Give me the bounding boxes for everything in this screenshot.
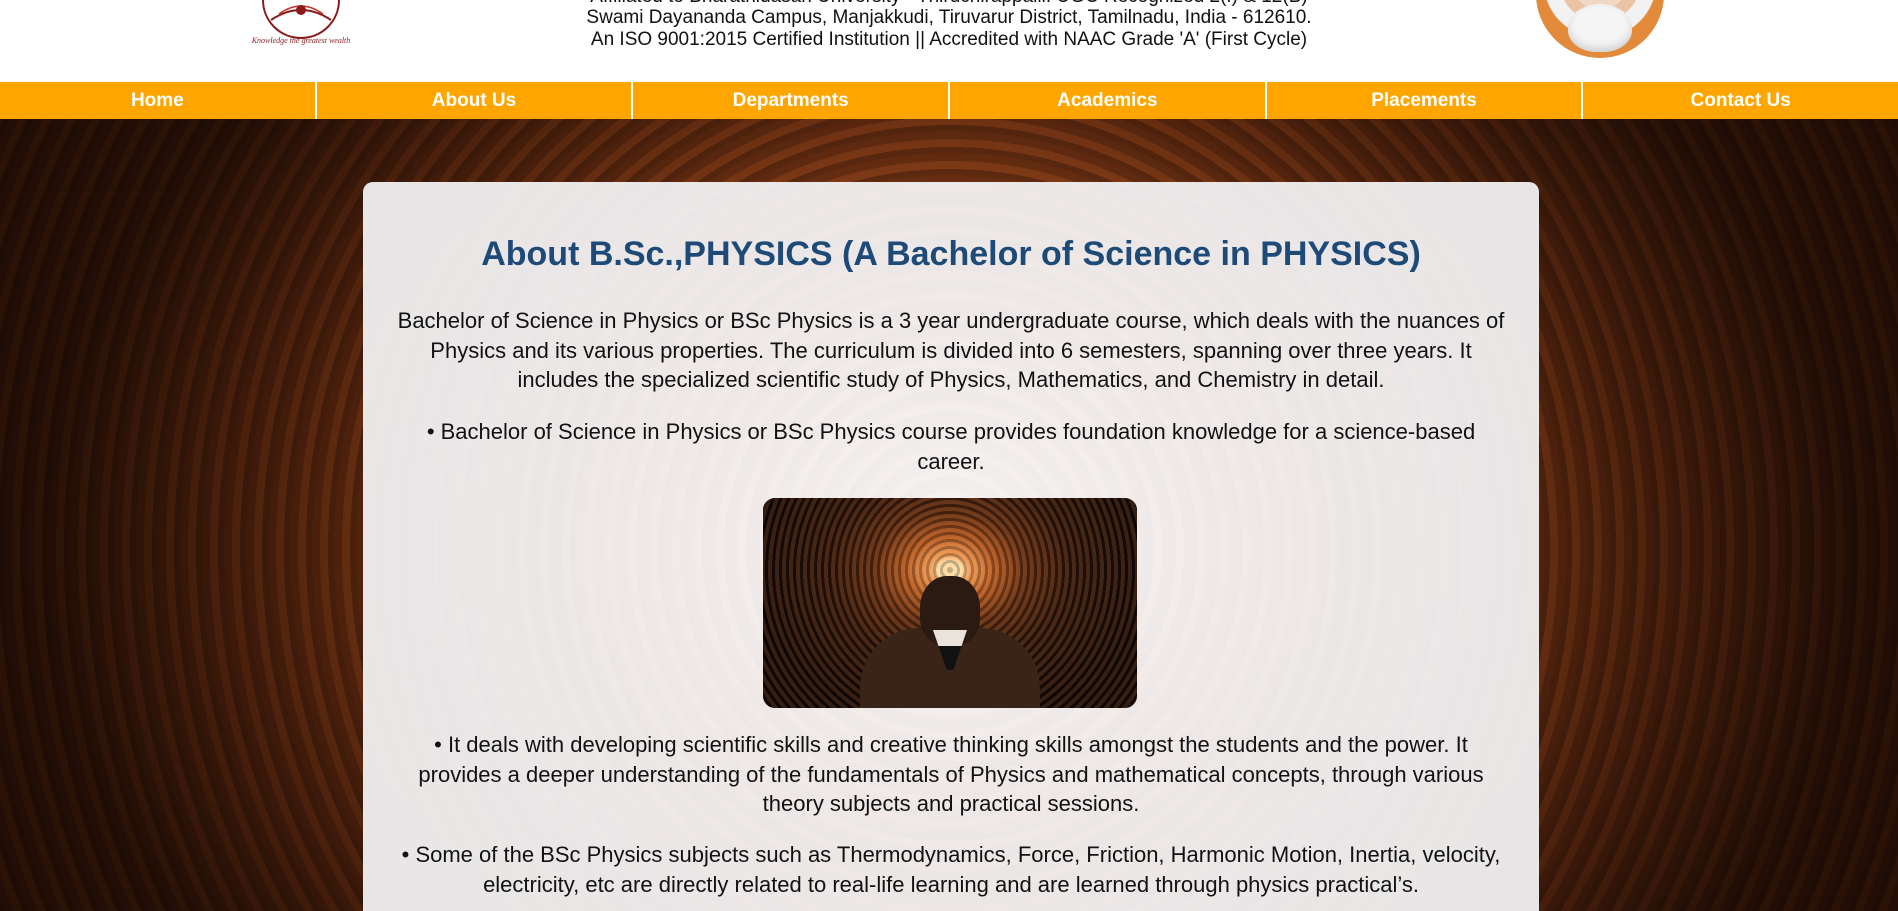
nav-academics[interactable]: Academics: [950, 82, 1267, 119]
portrait-beard: [1568, 4, 1632, 52]
intro-paragraph: Bachelor of Science in Physics or BSc Ph…: [397, 308, 1505, 392]
page-title: About B.Sc.,PHYSICS (A Bachelor of Scien…: [481, 235, 1421, 273]
nav-departments[interactable]: Departments: [633, 82, 951, 119]
nav-contact-us[interactable]: Contact Us: [1583, 82, 1898, 119]
nav-placements[interactable]: Placements: [1267, 82, 1584, 119]
bullet-paragraph-2: • It deals with developing scientific sk…: [418, 732, 1484, 816]
bullet-paragraph-3: • Some of the BSc Physics subjects such …: [401, 842, 1501, 897]
bullet-paragraph-1: • Bachelor of Science in Physics or BSc …: [426, 419, 1476, 474]
nav-about-us[interactable]: About Us: [317, 82, 634, 119]
content-card: About B.Sc.,PHYSICS (A Bachelor of Scien…: [363, 182, 1539, 911]
nav-home[interactable]: Home: [0, 82, 317, 119]
physics-feature-image: [763, 498, 1137, 708]
main-nav: Home About Us Departments Academics Plac…: [0, 82, 1898, 119]
site-header: Knowledge the greatest wealth Affiliated…: [0, 0, 1898, 82]
